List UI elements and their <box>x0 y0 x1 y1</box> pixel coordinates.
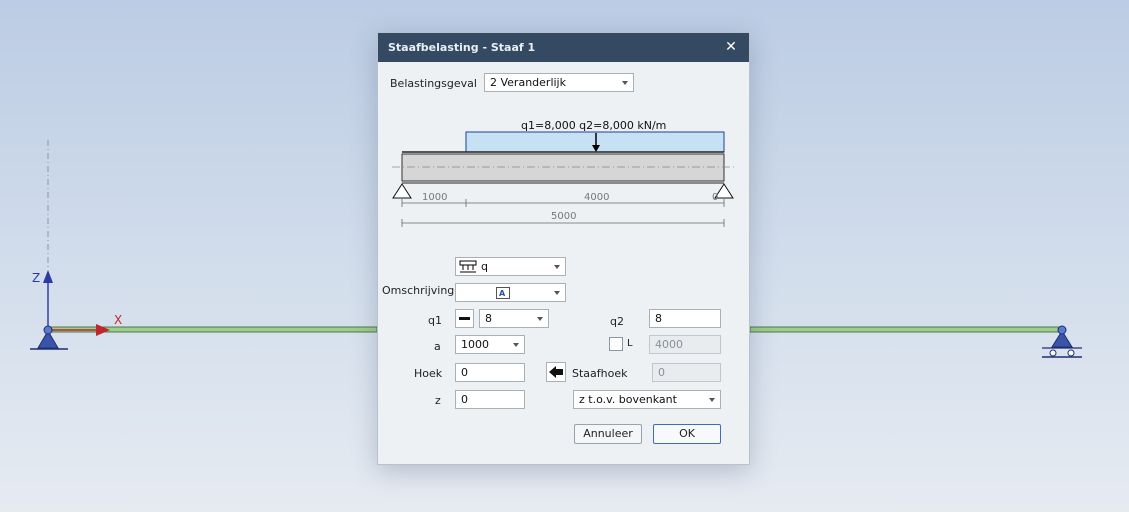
a-label: a <box>434 340 441 353</box>
ok-button[interactable]: OK <box>653 424 721 444</box>
arrow-left-icon <box>549 366 563 378</box>
close-icon[interactable]: ✕ <box>723 38 739 56</box>
description-select[interactable]: A <box>455 283 566 302</box>
chevron-down-icon <box>622 81 628 85</box>
load-case-value: 2 Veranderlijk <box>490 76 566 89</box>
z-axis-label: Z <box>32 271 40 285</box>
chevron-down-icon <box>709 398 715 402</box>
z-reference-select[interactable]: z t.o.v. bovenkant <box>573 390 721 409</box>
dialog-title: Staafbelasting - Staaf 1 <box>388 41 536 54</box>
dim-end-text: 0 <box>712 192 718 203</box>
q1-select[interactable]: 8 <box>479 309 549 328</box>
cancel-button[interactable]: Annuleer <box>574 424 642 444</box>
member-angle-input[interactable]: 0 <box>652 363 721 382</box>
q1-label: q1 <box>428 314 442 327</box>
q2-label: q2 <box>610 315 624 328</box>
dialog-titlebar[interactable]: Staafbelasting - Staaf 1 ✕ <box>378 33 749 62</box>
z-label: z <box>435 394 441 407</box>
member-load-dialog: Staafbelasting - Staaf 1 ✕ Belastingsgev… <box>377 32 750 465</box>
member-angle-label: Staafhoek <box>572 367 628 380</box>
z-axis-arrow <box>43 270 53 283</box>
member-angle-button[interactable] <box>546 362 566 382</box>
uniform-load-icon <box>459 317 470 320</box>
x-axis-arrow <box>96 324 110 336</box>
chevron-down-icon <box>513 343 519 347</box>
x-axis-label: X <box>114 313 122 327</box>
chevron-down-icon <box>554 265 560 269</box>
description-label: Omschrijving <box>382 284 455 297</box>
dim-total-text: 5000 <box>551 211 576 222</box>
length-input[interactable]: 4000 <box>649 335 721 354</box>
svg-text:A: A <box>499 289 506 298</box>
dim-a-text: 1000 <box>422 192 447 203</box>
chevron-down-icon <box>554 291 560 295</box>
distributed-load-icon <box>459 260 477 273</box>
length-checkbox[interactable] <box>609 337 623 351</box>
z-reference-value: z t.o.v. bovenkant <box>579 393 677 406</box>
length-label: L <box>627 338 633 349</box>
load-case-select[interactable]: 2 Veranderlijk <box>484 73 634 92</box>
beam-body <box>401 153 725 182</box>
load-type-select[interactable]: q <box>455 257 566 276</box>
load-value-text: q1=8,000 q2=8,000 kN/m <box>521 119 666 132</box>
q1-value: 8 <box>485 312 492 325</box>
dim-loaded-text: 4000 <box>584 192 609 203</box>
q2-input[interactable]: 8 <box>649 309 721 328</box>
z-input[interactable]: 0 <box>455 390 525 409</box>
load-shape-button[interactable] <box>455 309 474 328</box>
beam-diagram: q1=8,000 q2=8,000 kN/m 1000 4000 0 5000 <box>392 119 736 227</box>
chevron-down-icon <box>537 317 543 321</box>
member-line-right <box>749 326 1063 333</box>
a-select[interactable]: 1000 <box>455 335 525 354</box>
diagram-left-support <box>392 183 412 199</box>
text-label-icon: A <box>496 287 510 299</box>
a-value: 1000 <box>461 338 489 351</box>
load-type-value: q <box>481 260 488 273</box>
angle-input[interactable]: 0 <box>455 363 525 382</box>
angle-label: Hoek <box>414 367 443 380</box>
load-case-label: Belastingsgeval <box>390 77 477 90</box>
